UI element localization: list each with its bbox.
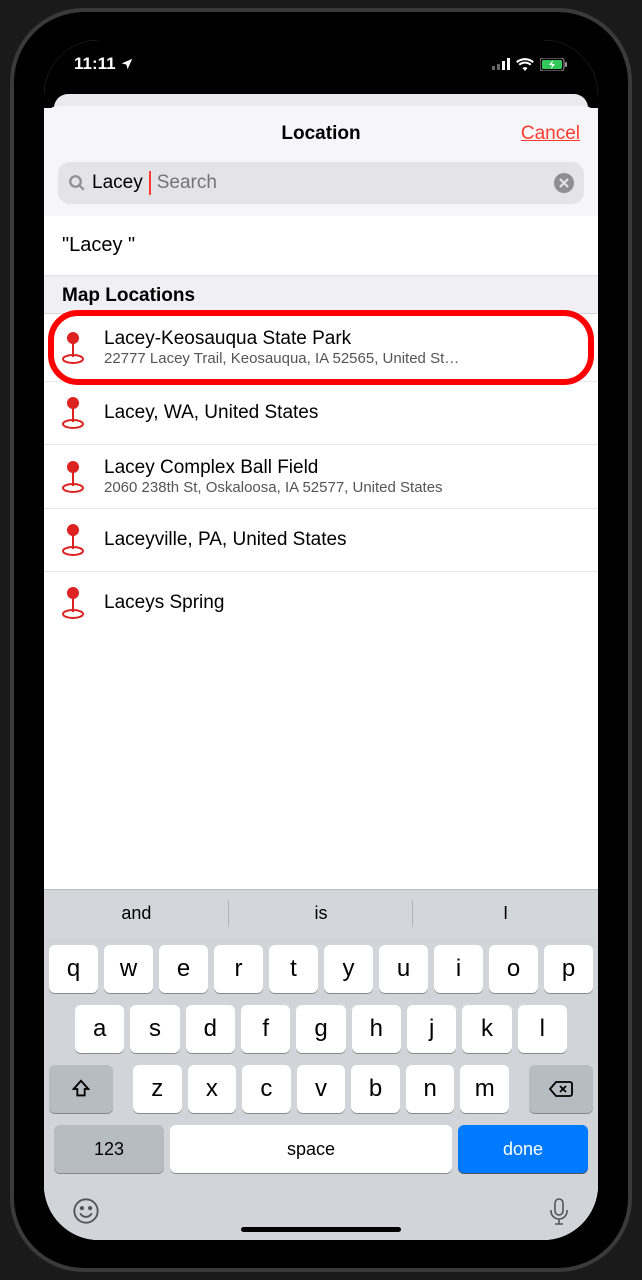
- space-key[interactable]: space: [170, 1125, 452, 1173]
- clear-button[interactable]: [554, 173, 574, 193]
- key-s[interactable]: s: [130, 1005, 179, 1053]
- key-u[interactable]: u: [379, 945, 428, 993]
- status-time: 11:11: [74, 54, 134, 74]
- result-row-0[interactable]: Lacey-Keosauqua State Park 22777 Lacey T…: [44, 314, 598, 382]
- key-g[interactable]: g: [296, 1005, 345, 1053]
- search-field[interactable]: Lacey: [58, 162, 584, 204]
- search-wrap: Lacey: [44, 162, 598, 216]
- wifi-icon: [516, 58, 534, 71]
- map-pin-icon: [58, 584, 88, 622]
- result-title: Lacey-Keosauqua State Park: [104, 328, 582, 350]
- map-pin-icon: [58, 329, 88, 367]
- done-key[interactable]: done: [458, 1125, 588, 1173]
- result-title: Lacey, WA, United States: [104, 402, 582, 424]
- key-i[interactable]: i: [434, 945, 483, 993]
- key-y[interactable]: y: [324, 945, 373, 993]
- key-r[interactable]: r: [214, 945, 263, 993]
- nav-bar: Location Cancel: [44, 106, 598, 162]
- battery-charging-icon: [540, 58, 568, 71]
- result-subtitle: 2060 238th St, Oskaloosa, IA 52577, Unit…: [104, 479, 582, 496]
- search-icon: [68, 174, 86, 192]
- key-o[interactable]: o: [489, 945, 538, 993]
- key-w[interactable]: w: [104, 945, 153, 993]
- notch: [221, 40, 421, 72]
- result-title: Lacey Complex Ball Field: [104, 457, 582, 479]
- page-title: Location: [281, 123, 360, 145]
- key-x[interactable]: x: [188, 1065, 237, 1113]
- key-p[interactable]: p: [544, 945, 593, 993]
- close-icon: [559, 178, 569, 188]
- keyboard-bottom-bar: [44, 1187, 598, 1240]
- key-l[interactable]: l: [518, 1005, 567, 1053]
- text-caret: [149, 171, 151, 195]
- cancel-button[interactable]: Cancel: [521, 123, 580, 145]
- emoji-icon: [72, 1197, 100, 1225]
- suggestion-2[interactable]: I: [413, 890, 598, 937]
- key-h[interactable]: h: [352, 1005, 401, 1053]
- suggestion-0[interactable]: and: [44, 890, 229, 937]
- key-row-1: q w e r t y u i o p: [49, 945, 593, 993]
- location-sheet: Location Cancel Lacey "Lacey " Map Loc: [44, 106, 598, 1240]
- keyboard: and is I q w e r t y u i o p: [44, 889, 598, 1240]
- key-e[interactable]: e: [159, 945, 208, 993]
- section-header-map-locations: Map Locations: [44, 276, 598, 314]
- key-t[interactable]: t: [269, 945, 318, 993]
- search-input[interactable]: [157, 172, 548, 194]
- key-b[interactable]: b: [351, 1065, 400, 1113]
- results-list[interactable]: "Lacey " Map Locations Lacey-Keosauqua S…: [44, 216, 598, 889]
- key-f[interactable]: f: [241, 1005, 290, 1053]
- key-row-2: a s d f g h j k l: [49, 1005, 593, 1053]
- screen: 11:11 Location Cancel Lacey: [44, 40, 598, 1240]
- key-n[interactable]: n: [406, 1065, 455, 1113]
- location-arrow-icon: [120, 57, 134, 71]
- time-label: 11:11: [74, 54, 116, 74]
- key-row-3: z x c v b n m: [49, 1065, 593, 1113]
- shift-key[interactable]: [49, 1065, 113, 1113]
- key-q[interactable]: q: [49, 945, 98, 993]
- microphone-icon: [548, 1197, 570, 1227]
- home-indicator[interactable]: [241, 1227, 401, 1232]
- key-j[interactable]: j: [407, 1005, 456, 1053]
- key-a[interactable]: a: [75, 1005, 124, 1053]
- result-row-2[interactable]: Lacey Complex Ball Field 2060 238th St, …: [44, 445, 598, 509]
- emoji-button[interactable]: [72, 1197, 100, 1234]
- key-row-bottom: 123 space done: [49, 1125, 593, 1173]
- shift-icon: [70, 1078, 92, 1100]
- signal-icon: [492, 58, 510, 70]
- numeric-key[interactable]: 123: [54, 1125, 164, 1173]
- key-m[interactable]: m: [460, 1065, 509, 1113]
- key-k[interactable]: k: [462, 1005, 511, 1053]
- result-title: Laceyville, PA, United States: [104, 529, 582, 551]
- dictation-button[interactable]: [548, 1197, 570, 1234]
- result-title: Laceys Spring: [104, 592, 582, 614]
- phone-frame: 11:11 Location Cancel Lacey: [14, 12, 628, 1268]
- result-row-1[interactable]: Lacey, WA, United States: [44, 382, 598, 445]
- result-row-4[interactable]: Laceys Spring: [44, 572, 598, 634]
- map-pin-icon: [58, 458, 88, 496]
- map-pin-icon: [58, 394, 88, 432]
- key-z[interactable]: z: [133, 1065, 182, 1113]
- quoted-search-row[interactable]: "Lacey ": [44, 216, 598, 276]
- key-d[interactable]: d: [186, 1005, 235, 1053]
- suggestion-1[interactable]: is: [229, 890, 414, 937]
- backspace-key[interactable]: [529, 1065, 593, 1113]
- result-subtitle: 22777 Lacey Trail, Keosauqua, IA 52565, …: [104, 350, 582, 367]
- search-value: Lacey: [92, 172, 143, 194]
- map-pin-icon: [58, 521, 88, 559]
- result-row-3[interactable]: Laceyville, PA, United States: [44, 509, 598, 572]
- key-c[interactable]: c: [242, 1065, 291, 1113]
- suggestion-bar: and is I: [44, 889, 598, 937]
- backspace-icon: [549, 1080, 573, 1098]
- key-v[interactable]: v: [297, 1065, 346, 1113]
